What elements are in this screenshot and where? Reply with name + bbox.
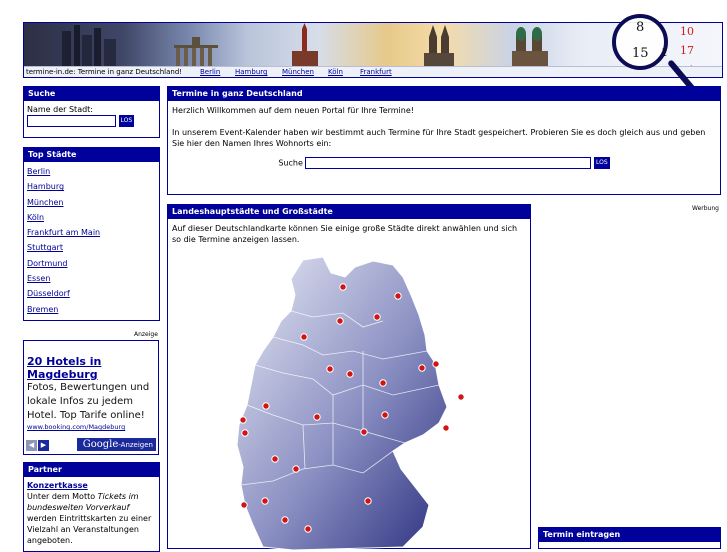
city-dot-mainz[interactable] — [271, 455, 279, 463]
city-name-label: Name der Stadt: — [27, 105, 94, 114]
main-search-label: Suche — [278, 158, 303, 168]
calendar-day: 1 — [661, 46, 668, 59]
top-city-link-essen[interactable]: Essen — [27, 271, 156, 286]
partner-text: Unter dem Motto Tickets im bundesweiten … — [27, 491, 156, 546]
city-dot-bremen[interactable] — [300, 333, 308, 341]
ad-label: Anzeige — [134, 331, 158, 338]
map-box: Landeshauptstädte und Großstädte Auf die… — [167, 204, 531, 550]
top-city-link-berlin[interactable]: Berlin — [27, 164, 156, 179]
city-dot-berlin[interactable] — [432, 360, 440, 368]
city-dot-hamburg[interactable] — [336, 317, 344, 325]
banner-link-berlin[interactable]: Berlin — [200, 68, 220, 76]
top-city-link-stuttgart[interactable]: Stuttgart — [27, 240, 156, 255]
partner-text-prefix: Unter dem Motto — [27, 492, 98, 501]
city-dot-schwerin[interactable] — [373, 313, 381, 321]
city-dot-rostock[interactable] — [394, 292, 402, 300]
city-dot-kassel[interactable] — [313, 413, 321, 421]
ad-navigation: ◀ ▶ — [26, 440, 50, 451]
search-box-title: Suche — [24, 87, 159, 101]
city-dot-braunschweig[interactable] — [346, 370, 354, 378]
top-city-link-duesseldorf[interactable]: Düsseldorf — [27, 286, 156, 301]
city-dot-erfurt[interactable] — [360, 428, 368, 436]
ad-prev-icon[interactable]: ◀ — [26, 440, 37, 451]
partner-link-konzertkasse[interactable]: Konzertkasse — [27, 481, 88, 490]
search-box: Suche Name der Stadt: LOS — [23, 86, 160, 138]
welcome-box: Termine in ganz Deutschland Herzlich Wil… — [167, 86, 721, 195]
city-dot-karlsruhe[interactable] — [281, 516, 289, 524]
city-dot-potsdam[interactable] — [418, 364, 426, 372]
partner-title: Partner — [24, 463, 159, 477]
text-ad[interactable]: 20 Hotels in Magdeburg Fotos, Bewertunge… — [23, 340, 159, 455]
city-dot-hannover[interactable] — [326, 365, 334, 373]
banner-link-muenchen[interactable]: München — [282, 68, 314, 76]
top-city-link-koeln[interactable]: Köln — [27, 210, 156, 225]
termin-eintragen-title: Termin eintragen — [539, 528, 720, 542]
calendar-day: 10 — [680, 25, 694, 38]
welcome-greeting: Herzlich Willkommen auf dem neuen Portal… — [172, 106, 414, 115]
main-search-input[interactable] — [305, 157, 592, 169]
welcome-title: Termine in ganz Deutschland — [168, 87, 720, 101]
calendar-day: 15 — [632, 46, 649, 61]
main-search-button[interactable]: LOS — [593, 157, 610, 169]
ad-url[interactable]: www.booking.com/Magdeburg — [27, 423, 155, 431]
top-cities-title: Top Städte — [24, 148, 159, 162]
ad-title[interactable]: 20 Hotels in Magdeburg — [27, 355, 155, 381]
top-city-link-frankfurt[interactable]: Frankfurt am Main — [27, 225, 156, 240]
site-tagline: termine-in.de: Termine in ganz Deutschla… — [26, 68, 183, 76]
city-dot-bonn[interactable] — [241, 429, 249, 437]
ad-next-icon[interactable]: ▶ — [38, 440, 49, 451]
google-brand: Google — [82, 439, 119, 450]
city-dot-stuttgart[interactable] — [304, 525, 312, 533]
main-search-row: Suche LOS — [172, 157, 716, 169]
city-dots-layer — [239, 283, 465, 533]
city-search-input[interactable] — [27, 115, 116, 127]
top-city-link-muenchen[interactable]: München — [27, 195, 156, 210]
calendar-day: 8 — [636, 20, 645, 35]
partner-box: Partner Konzertkasse Unter dem Motto Tic… — [23, 462, 160, 552]
city-dot-magdeburg[interactable] — [379, 379, 387, 387]
city-dot-koeln[interactable] — [239, 416, 247, 424]
google-ads-logo[interactable]: Google-Anzeigen — [76, 438, 156, 451]
top-city-link-dortmund[interactable]: Dortmund — [27, 256, 156, 271]
city-dot-kiel[interactable] — [339, 283, 347, 291]
city-dot-nuernberg[interactable] — [364, 497, 372, 505]
magnifier-icon: 8 15 1 — [612, 14, 668, 70]
top-city-link-bremen[interactable]: Bremen — [27, 302, 156, 317]
city-dot-cottbus[interactable] — [457, 393, 465, 401]
banner-link-frankfurt[interactable]: Frankfurt — [360, 68, 392, 76]
banner-link-koeln[interactable]: Köln — [328, 68, 343, 76]
google-suffix: -Anzeigen — [118, 441, 153, 449]
city-dot-frankfurt[interactable] — [292, 465, 300, 473]
city-dot-saarbruecken[interactable] — [240, 501, 248, 509]
ad-werbung-label: Werbung — [692, 205, 719, 212]
city-dot-mannheim[interactable] — [261, 497, 269, 505]
ad-text: Fotos, Bewertungen und lokale Infos zu j… — [27, 382, 150, 421]
termin-eintragen-box: Termin eintragen — [538, 527, 721, 549]
city-dot-dresden[interactable] — [442, 424, 450, 432]
city-dot-duesseldorf[interactable] — [262, 402, 270, 410]
partner-text-suffix: werden Eintrittskarten zu einer Vielzahl… — [27, 514, 152, 545]
banner-link-bar: termine-in.de: Termine in ganz Deutschla… — [24, 66, 722, 77]
city-dot-leipzig[interactable] — [381, 411, 389, 419]
top-city-link-hamburg[interactable]: Hamburg — [27, 179, 156, 194]
welcome-intro: In unserem Event-Kalender haben wir best… — [172, 128, 706, 148]
city-search-button[interactable]: LOS — [118, 115, 135, 127]
top-cities-box: Top Städte Berlin Hamburg München Köln F… — [23, 147, 160, 321]
banner-link-hamburg[interactable]: Hamburg — [235, 68, 267, 76]
calendar-day: 17 — [680, 44, 694, 57]
